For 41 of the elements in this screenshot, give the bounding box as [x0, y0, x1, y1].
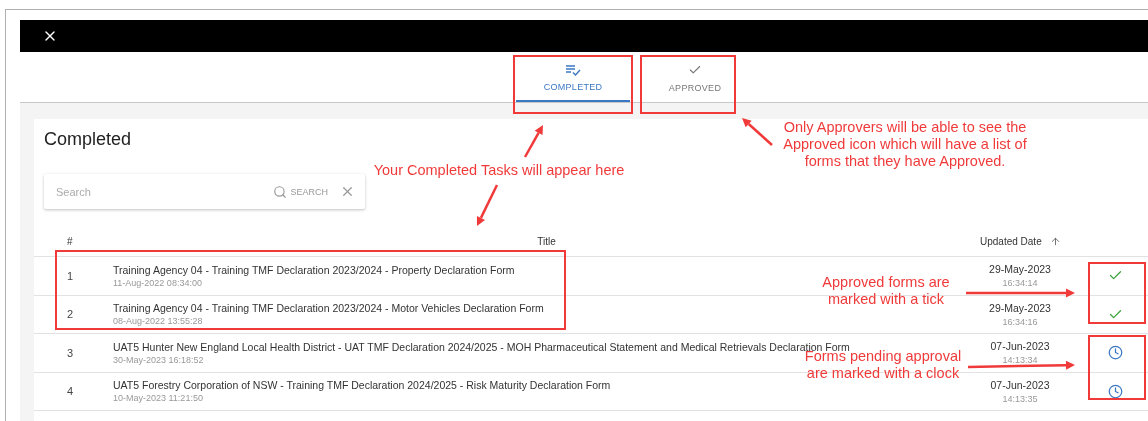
highlight-frame — [1088, 262, 1146, 324]
checklist-icon — [565, 64, 581, 76]
created-date: 30-May-2023 16:18:52 — [113, 354, 204, 365]
annotation-note: Your Completed Tasks will appear here — [373, 162, 625, 179]
annotation-note: Only Approvers will be able to see the Approved icon which will have a list of forms that they have Approved. — [783, 119, 1027, 170]
row-number: 3 — [66, 346, 75, 359]
tab[interactable]: APPROVED — [638, 52, 752, 102]
clock-icon — [1108, 345, 1123, 361]
highlight-frame — [1088, 335, 1146, 400]
updated-time: 16:34:16 — [1002, 316, 1038, 327]
column-header: # — [66, 235, 74, 247]
row-number: 2 — [66, 308, 75, 321]
check-icon — [688, 63, 702, 77]
updated-time: 16:34:14 — [1002, 278, 1038, 289]
row-number: 4 — [66, 385, 75, 398]
updated-time: 14:13:35 — [1002, 393, 1038, 404]
updated-date: 07-Jun-2023 — [990, 378, 1050, 391]
search-icon — [273, 184, 288, 199]
form-title: Training Agency 04 - Training TMF Declaration 2023/2024 - Motor Vehicles Declaration Form — [113, 302, 544, 315]
sort-arrow-icon[interactable] — [1049, 235, 1061, 247]
updated-date: 29-May-2023 — [989, 301, 1051, 314]
updated-time: 14:13:34 — [1002, 355, 1038, 366]
updated-date: 07-Jun-2023 — [990, 340, 1050, 353]
updated-date: 29-May-2023 — [989, 263, 1051, 276]
callout-arrow — [523, 125, 543, 158]
clear-button[interactable] — [340, 184, 355, 199]
created-date: 08-Aug-2022 13:55:28 — [113, 316, 203, 327]
callout-arrow — [476, 184, 499, 226]
created-date: 10-May-2023 11:21:50 — [113, 393, 203, 404]
search-button[interactable]: SEARCH — [273, 184, 336, 199]
row-number: 1 — [66, 269, 75, 282]
form-title: UAT5 Forestry Corporation of NSW - Training TMF Declaration 2024/2025 - Risk Maturity Declaration Form — [113, 379, 611, 392]
form-title: Training Agency 04 - Training TMF Declaration 2023/2024 - Property Declaration Form — [113, 263, 515, 276]
column-header[interactable]: Updated Date — [980, 235, 1042, 247]
callout-arrow — [742, 118, 773, 146]
search-field[interactable]: Search SEARCH — [44, 174, 365, 209]
column-header: Title — [536, 235, 557, 247]
clock-icon — [1108, 383, 1123, 399]
panel-title: Completed — [44, 129, 132, 150]
annotation-note: Approved forms are marked with a tick — [822, 274, 950, 308]
created-date: 11-Aug-2022 08:34:00 — [113, 277, 202, 288]
